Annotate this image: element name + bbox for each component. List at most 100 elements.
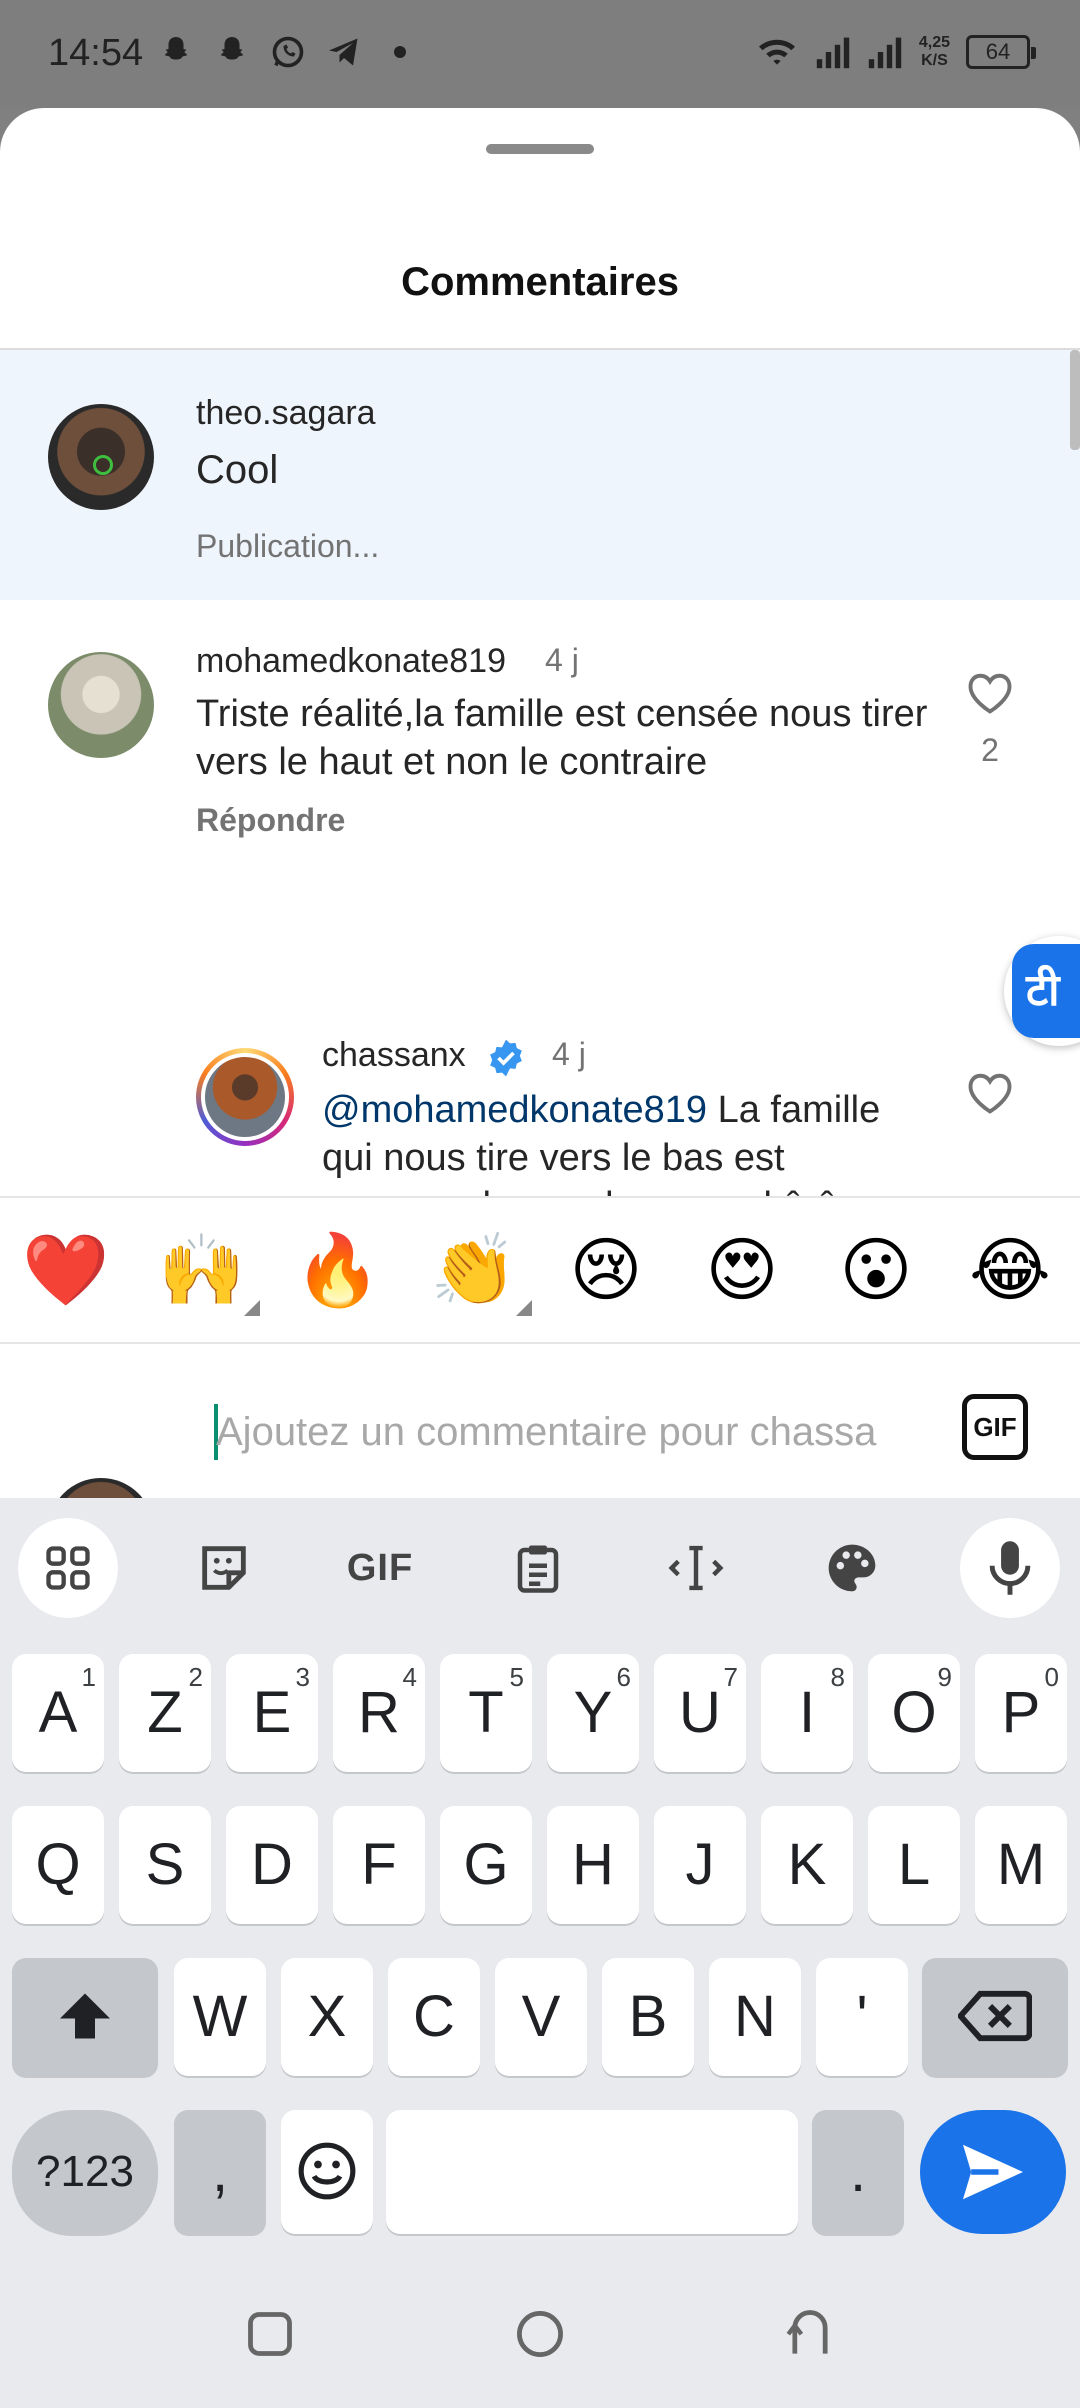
heart-icon[interactable] xyxy=(964,1068,1016,1116)
send-key[interactable] xyxy=(920,2110,1066,2234)
key-l[interactable]: L xyxy=(868,1806,960,1924)
sheet-title: Commentaires xyxy=(401,260,679,304)
period-key[interactable]: . xyxy=(812,2110,904,2234)
like-count: 2 xyxy=(981,732,999,768)
comments-list[interactable]: theo.sagara Cool Publication... mohamedk… xyxy=(0,350,1080,1196)
emoji-laughing-button[interactable]: 😂 xyxy=(960,1220,1060,1320)
key-letter: P xyxy=(1001,1680,1041,1745)
backspace-key[interactable] xyxy=(922,1958,1068,2076)
emoji-quick-reactions: ❤️ 🙌 🔥 👏 😢 😍 😮 😂 xyxy=(0,1196,1080,1344)
emoji-fire-button[interactable]: 🔥 xyxy=(288,1220,388,1320)
skin-tone-indicator xyxy=(516,1300,532,1316)
emoji-raised-hands-button[interactable]: 🙌 xyxy=(152,1220,260,1320)
key-o[interactable]: O9 xyxy=(868,1654,960,1772)
sticker-button[interactable] xyxy=(174,1518,274,1618)
key-q[interactable]: Q xyxy=(12,1806,104,1924)
key-u[interactable]: U7 xyxy=(654,1654,746,1772)
key-letter: U xyxy=(679,1680,721,1745)
snapchat-icon xyxy=(220,37,244,60)
recents-icon[interactable] xyxy=(244,2308,296,2360)
shift-icon xyxy=(60,1993,110,2039)
key-r[interactable]: R4 xyxy=(333,1654,425,1772)
space-key[interactable] xyxy=(386,2110,798,2234)
status-time: 14:54 xyxy=(48,32,144,74)
signal-icon xyxy=(816,37,850,69)
key-hint: 2 xyxy=(188,1662,203,1692)
send-arrow-icon xyxy=(963,2144,1023,2200)
mention-link[interactable]: @mohamedkonate819 xyxy=(322,1089,707,1131)
emoji-surprised-button[interactable]: 😮 xyxy=(826,1220,926,1320)
key-hint: 1 xyxy=(81,1662,96,1692)
avatar[interactable] xyxy=(196,1048,294,1146)
emoji-key[interactable] xyxy=(281,2110,373,2234)
translate-icon: टी xyxy=(1012,944,1080,1038)
grid-icon xyxy=(46,1546,90,1590)
key-c[interactable]: C xyxy=(388,1958,480,2076)
back-icon[interactable] xyxy=(784,2306,836,2358)
key-t[interactable]: T5 xyxy=(440,1654,532,1772)
wifi-icon xyxy=(758,39,795,65)
key-k[interactable]: K xyxy=(761,1806,853,1924)
key-e[interactable]: E3 xyxy=(226,1654,318,1772)
emoji-heart-eyes-button[interactable]: 😍 xyxy=(692,1220,792,1320)
reply-button[interactable]: Répondre xyxy=(196,802,345,839)
key-p[interactable]: P0 xyxy=(975,1654,1067,1772)
key-v[interactable]: V xyxy=(495,1958,587,2076)
key-j[interactable]: J xyxy=(654,1806,746,1924)
gif-button[interactable]: GIF xyxy=(962,1394,1028,1460)
comma-key[interactable]: , xyxy=(174,2110,266,2234)
key-z[interactable]: Z2 xyxy=(119,1654,211,1772)
scrollbar-thumb[interactable] xyxy=(1070,350,1080,450)
system-navigation-bar xyxy=(0,2260,1080,2408)
shift-key[interactable] xyxy=(12,1958,158,2076)
comment-username[interactable]: theo.sagara xyxy=(196,394,376,433)
symbols-key[interactable]: ?123 xyxy=(12,2110,158,2234)
key-i[interactable]: I8 xyxy=(761,1654,853,1772)
keyboard-apps-button[interactable] xyxy=(18,1518,118,1618)
key-hint: 9 xyxy=(937,1662,952,1692)
comment-username[interactable]: mohamedkonate819 xyxy=(196,642,506,681)
avatar[interactable] xyxy=(48,404,154,510)
battery-indicator: 64 xyxy=(966,35,1036,69)
home-icon[interactable] xyxy=(514,2308,566,2360)
cursor-control-button[interactable] xyxy=(646,1518,746,1618)
key-letter: Z xyxy=(147,1680,183,1745)
comment-username[interactable]: chassanx xyxy=(322,1036,466,1075)
key-n[interactable]: N xyxy=(709,1958,801,2076)
key-apostrophe[interactable]: ' xyxy=(816,1958,908,2076)
voice-input-button[interactable] xyxy=(960,1518,1060,1618)
smiley-icon xyxy=(298,2142,356,2200)
key-f[interactable]: F xyxy=(333,1806,425,1924)
heart-icon[interactable] xyxy=(964,668,1016,716)
comment-text: Cool xyxy=(196,448,279,492)
emoji-crying-button[interactable]: 😢 xyxy=(556,1220,656,1320)
gif-keyboard-button[interactable]: GIF xyxy=(330,1518,430,1618)
key-w[interactable]: W xyxy=(174,1958,266,2076)
avatar[interactable] xyxy=(48,652,154,758)
emoji-clap-button[interactable]: 👏 xyxy=(424,1220,532,1320)
key-h[interactable]: H xyxy=(547,1806,639,1924)
key-g[interactable]: G xyxy=(440,1806,532,1924)
comment-text: Triste réalité,la famille est censée nou… xyxy=(196,693,928,783)
key-d[interactable]: D xyxy=(226,1806,318,1924)
clipboard-icon xyxy=(517,1545,559,1593)
key-y[interactable]: Y6 xyxy=(547,1654,639,1772)
key-letter: O xyxy=(891,1680,937,1745)
key-letter: E xyxy=(252,1680,292,1745)
comments-sheet: Commentaires theo.sagara Cool Publicatio… xyxy=(0,108,1080,1498)
sheet-drag-handle[interactable] xyxy=(486,144,594,154)
key-s[interactable]: S xyxy=(119,1806,211,1924)
emoji-heart-button[interactable]: ❤️ xyxy=(16,1220,116,1320)
comment-input[interactable]: Ajoutez un commentaire pour chassa xyxy=(216,1410,876,1455)
status-bar: 14:54 4,25 K/S 64 xyxy=(0,0,1080,108)
palette-icon xyxy=(828,1544,876,1592)
key-m[interactable]: M xyxy=(975,1806,1067,1924)
network-speed-unit: K/S xyxy=(921,52,948,69)
key-hint: 8 xyxy=(830,1662,845,1692)
key-x[interactable]: X xyxy=(281,1958,373,2076)
key-a[interactable]: A1 xyxy=(12,1654,104,1772)
current-user-avatar xyxy=(48,1478,154,1498)
key-b[interactable]: B xyxy=(602,1958,694,2076)
theme-button[interactable] xyxy=(802,1518,902,1618)
clipboard-button[interactable] xyxy=(488,1518,588,1618)
